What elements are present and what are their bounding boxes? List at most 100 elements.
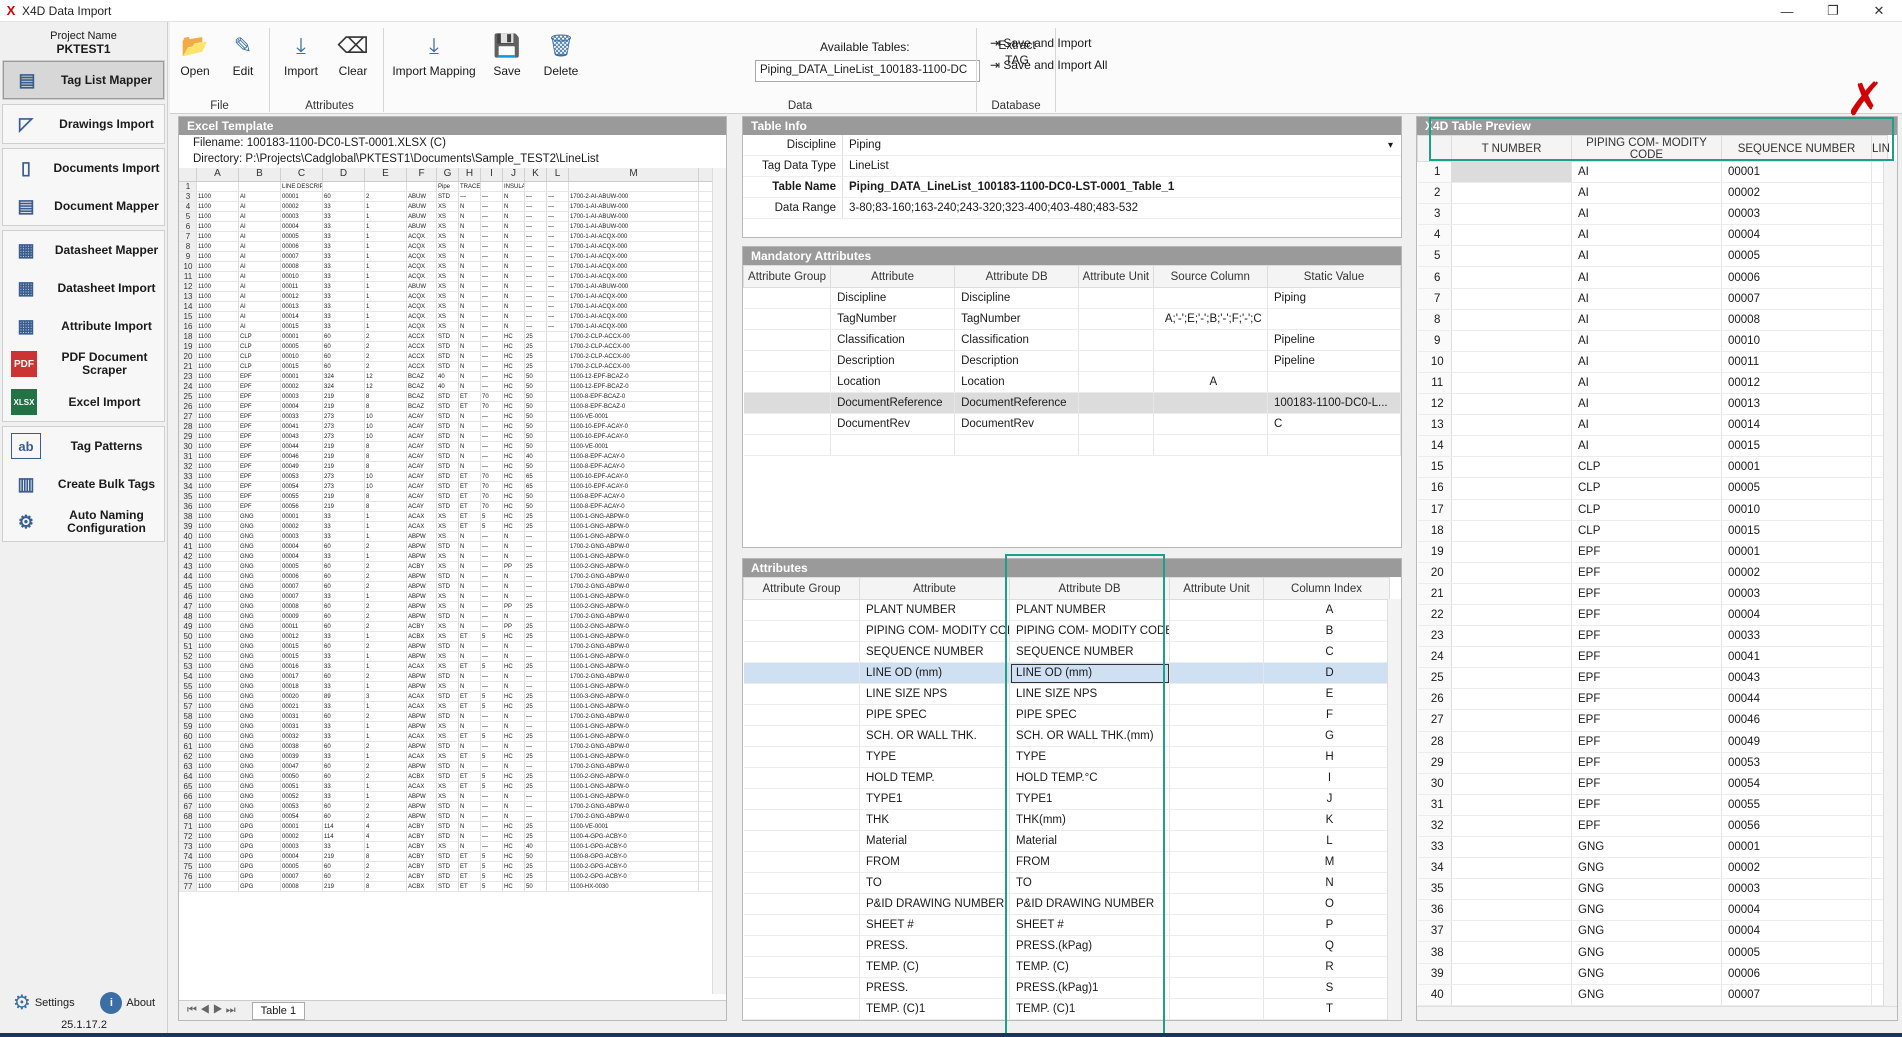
table-cell[interactable]: H [1263, 746, 1390, 768]
table-cell[interactable]: A [1263, 599, 1390, 621]
table-cell[interactable]: L [1263, 830, 1390, 852]
table-cell[interactable] [1169, 830, 1264, 852]
sidebar-item-attribute-import[interactable]: ▦ Attribute Import [3, 307, 164, 345]
table-cell[interactable]: LINE OD (mm) [1009, 662, 1170, 684]
clear-button[interactable]: ⌫ Clear [328, 32, 378, 78]
table-cell[interactable]: D [1263, 662, 1390, 684]
preview-horizontal-scrollbar[interactable] [1417, 1006, 1897, 1020]
table-cell[interactable]: FROM [1009, 851, 1170, 873]
preview-row[interactable]: 28 EPF 00049 [1417, 731, 1888, 753]
table-cell[interactable] [1169, 809, 1264, 831]
table-cell[interactable]: TEMP. (C) [859, 956, 1010, 978]
table-cell[interactable]: PRESS.(kPag) [1009, 935, 1170, 957]
attribute-row[interactable]: THK THK(mm) K [743, 809, 1390, 831]
import-mapping-button[interactable]: ⤓ Import Mapping [390, 32, 478, 78]
preview-row[interactable]: 40 GNG 00007 [1417, 984, 1888, 1006]
table-cell[interactable]: HOLD TEMP. [859, 767, 1010, 789]
table-cell[interactable] [1078, 371, 1154, 393]
column-header[interactable]: H [459, 168, 481, 181]
table-cell[interactable]: Pipeline [1267, 329, 1401, 351]
preview-row[interactable]: 25 EPF 00043 [1417, 667, 1888, 690]
table-cell[interactable]: Piping [1267, 287, 1401, 309]
table-cell[interactable]: E [1263, 683, 1390, 705]
table-cell[interactable] [1169, 725, 1264, 747]
attribute-row[interactable]: PRESS. PRESS.(kPag) Q [743, 935, 1390, 957]
attribute-row[interactable]: PRESS. PRESS.(kPag)1 S [743, 977, 1390, 999]
sidebar-item-create-bulk-tags[interactable]: ▥ Create Bulk Tags [3, 465, 164, 503]
table-cell[interactable]: R [1263, 956, 1390, 978]
table-cell[interactable]: C [1267, 413, 1401, 435]
table-cell[interactable]: Classification [954, 329, 1080, 351]
column-header[interactable]: Attribute Unit [1078, 265, 1154, 288]
table-cell[interactable] [830, 434, 956, 456]
minimize-button[interactable]: — [1764, 0, 1810, 22]
column-header[interactable]: Static Value [1267, 265, 1401, 288]
table-cell[interactable]: PRESS. [859, 935, 1010, 957]
attribute-row[interactable]: FROM FROM M [743, 851, 1390, 873]
table-cell[interactable]: TO [859, 872, 1010, 894]
table-cell[interactable]: DocumentRev [830, 413, 956, 435]
sidebar-item-tag-list-mapper[interactable]: ▤ Tag List Mapper [3, 61, 164, 99]
table-cell[interactable]: SHEET # [1009, 914, 1170, 936]
table-cell[interactable]: Material [1009, 830, 1170, 852]
sidebar-item-excel-import[interactable]: XLSX Excel Import [3, 383, 164, 421]
preview-column-header[interactable] [1417, 135, 1452, 162]
attribute-row[interactable]: TYPE TYPE H [743, 746, 1390, 768]
available-tables-select[interactable]: Piping_DATA_LineList_100183-1100-DC⌄ [755, 60, 980, 82]
table-cell[interactable]: TYPE [859, 746, 1010, 768]
attribute-row[interactable]: HOLD TEMP. HOLD TEMP.°C I [743, 767, 1390, 789]
column-header[interactable]: Attribute [830, 265, 956, 288]
attribute-row[interactable]: Material Material L [743, 830, 1390, 852]
table-cell[interactable]: S [1263, 977, 1390, 999]
sidebar-item-datasheet-mapper[interactable]: ▦ Datasheet Mapper [3, 231, 164, 269]
table-cell[interactable]: LINE SIZE NPS [859, 683, 1010, 705]
table-cell[interactable]: O [1263, 893, 1390, 915]
table-cell[interactable] [1169, 788, 1264, 810]
table-cell[interactable]: HOLD TEMP.°C [1009, 767, 1170, 789]
maximize-button[interactable]: ❐ [1810, 0, 1856, 22]
mandatory-attribute-row[interactable]: Discipline Discipline Piping [743, 287, 1401, 309]
table-cell[interactable] [1169, 620, 1264, 642]
preview-row[interactable]: 10 AI 00011 [1417, 351, 1888, 373]
column-header[interactable]: A [197, 168, 239, 181]
table-cell[interactable]: Classification [830, 329, 956, 351]
preview-row[interactable]: 20 EPF 00002 [1417, 562, 1888, 584]
table-cell[interactable]: DocumentRev [954, 413, 1080, 435]
table-cell[interactable]: TEMP. (C)1 [1009, 998, 1170, 1020]
preview-column-header[interactable]: SEQUENCE NUMBER [1721, 135, 1872, 162]
table-cell[interactable] [1169, 977, 1264, 999]
column-header[interactable]: C [281, 168, 323, 181]
preview-row[interactable]: 34 GNG 00002 [1417, 857, 1888, 880]
table-cell[interactable] [1078, 350, 1154, 372]
table-cell[interactable]: Q [1263, 935, 1390, 957]
settings-button[interactable]: ⚙ Settings [13, 990, 75, 1015]
table-cell[interactable] [1153, 287, 1269, 309]
preview-row[interactable]: 5 AI 00005 [1417, 245, 1888, 268]
preview-row[interactable]: 17 CLP 00010 [1417, 499, 1888, 521]
preview-row[interactable]: 15 CLP 00001 [1417, 456, 1888, 479]
delete-button[interactable]: 🗑 Delete [536, 32, 586, 78]
sheet-nav-icon[interactable]: ⏮ ◀ ▶ ⏭ [187, 1004, 236, 1017]
column-header[interactable]: I [481, 168, 503, 181]
table-cell[interactable]: Description [954, 350, 1080, 372]
preview-row[interactable]: 7 AI 00007 [1417, 288, 1888, 310]
table-cell[interactable] [1153, 392, 1269, 414]
table-cell[interactable]: J [1263, 788, 1390, 810]
table-info-value[interactable]: Piping [843, 139, 1388, 151]
table-cell[interactable]: PRESS. [859, 977, 1010, 999]
table-cell[interactable] [1169, 935, 1264, 957]
dropdown-arrow-icon[interactable]: ▾ [1388, 140, 1401, 151]
attribute-row[interactable]: TYPE1 TYPE1 J [743, 788, 1390, 810]
column-header[interactable]: Attribute DB [1009, 577, 1170, 600]
table-cell[interactable]: Pipeline [1267, 350, 1401, 372]
attributes-vertical-scrollbar[interactable] [1387, 599, 1401, 1020]
table-cell[interactable]: PIPING COM- MODITY CODE [1009, 620, 1170, 642]
column-header[interactable]: Column Index [1263, 577, 1390, 600]
preview-row[interactable]: 24 EPF 00041 [1417, 646, 1888, 669]
column-header[interactable]: J [503, 168, 525, 181]
table-cell[interactable] [1078, 329, 1154, 351]
table-cell[interactable]: C [1263, 641, 1390, 663]
table-cell[interactable]: TO [1009, 872, 1170, 894]
about-button[interactable]: i About [100, 991, 155, 1014]
table-cell[interactable]: Location [830, 371, 956, 393]
